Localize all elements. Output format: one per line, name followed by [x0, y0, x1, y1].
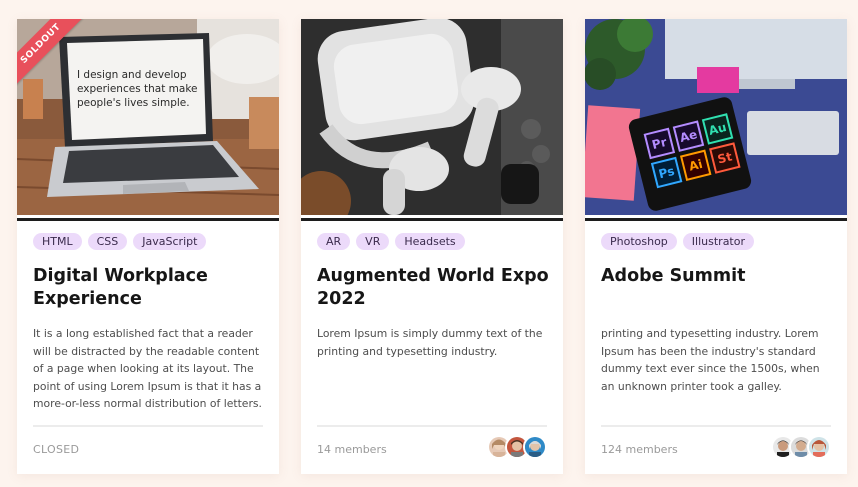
- card-description: printing and typesetting industry. Lorem…: [601, 327, 820, 393]
- card-footer: CLOSED: [33, 425, 263, 474]
- screen-line-3: people's lives simple.: [77, 97, 190, 109]
- tag[interactable]: AR: [317, 233, 351, 250]
- avatar[interactable]: [523, 435, 547, 459]
- card-title[interactable]: Adobe Summit: [601, 265, 833, 288]
- tag-list: Photoshop Illustrator: [601, 233, 754, 250]
- member-count: 14 members: [317, 443, 387, 456]
- member-avatars[interactable]: [771, 435, 831, 459]
- app-icon-aftereffects: Ae: [672, 120, 705, 152]
- card-description: It is a long established fact that a rea…: [33, 327, 262, 411]
- member-count: 124 members: [601, 443, 678, 456]
- card-adobe-summit[interactable]: Pr Ae Au Ps Ai St Photoshop Illustrator …: [585, 19, 847, 474]
- card-image-laptop: I design and develop experiences that ma…: [17, 19, 279, 218]
- card-footer: 14 members: [317, 425, 547, 474]
- tag-list: AR VR Headsets: [317, 233, 465, 250]
- tag[interactable]: Headsets: [395, 233, 465, 250]
- tag[interactable]: HTML: [33, 233, 82, 250]
- tag[interactable]: Photoshop: [601, 233, 677, 250]
- image-divider: [17, 218, 279, 221]
- image-divider: [301, 218, 563, 221]
- card-title[interactable]: Augmented World Expo 2022: [317, 265, 549, 311]
- card-image-vr: [301, 19, 563, 218]
- card-description: Lorem Ipsum is simply dummy text of the …: [317, 327, 543, 358]
- tag[interactable]: CSS: [87, 233, 128, 250]
- card-digital-workplace[interactable]: I design and develop experiences that ma…: [17, 19, 279, 474]
- status-label: CLOSED: [33, 443, 80, 456]
- laptop-screen-text: I design and develop experiences that ma…: [77, 68, 207, 110]
- avatar[interactable]: [807, 435, 831, 459]
- member-avatars[interactable]: [487, 435, 547, 459]
- card-footer: 124 members: [601, 425, 831, 474]
- screen-line-1: I design and develop: [77, 69, 187, 81]
- tag[interactable]: JavaScript: [133, 233, 207, 250]
- app-icon-premiere: Pr: [643, 127, 676, 160]
- card-title[interactable]: Digital Workplace Experience: [33, 265, 265, 311]
- tag[interactable]: VR: [356, 233, 390, 250]
- app-icon-audition: Au: [701, 113, 734, 145]
- screen-line-2: experiences that make: [77, 83, 198, 95]
- tag[interactable]: Illustrator: [682, 233, 754, 250]
- image-divider: [585, 218, 847, 221]
- card-augmented-world-expo[interactable]: AR VR Headsets Augmented World Expo 2022…: [301, 19, 563, 474]
- tag-list: HTML CSS JavaScript: [33, 233, 207, 250]
- card-image-adobe-tablet: Pr Ae Au Ps Ai St: [585, 19, 847, 218]
